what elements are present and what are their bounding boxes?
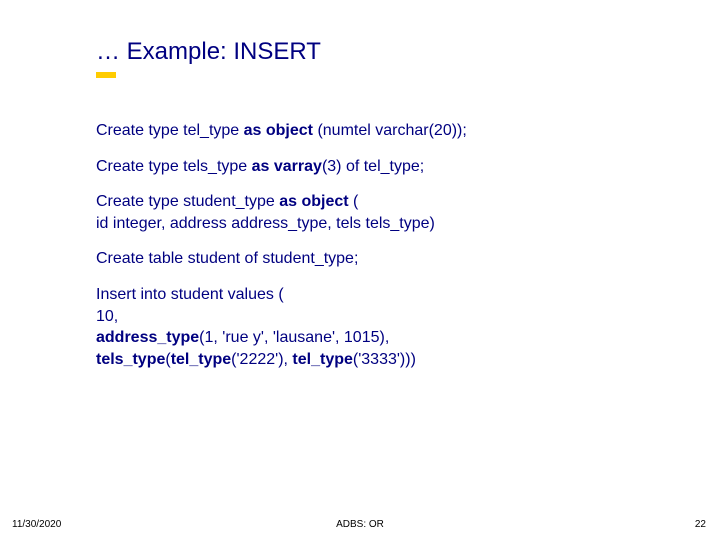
- code-statement: Create type tel_type as object (numtel v…: [96, 120, 680, 142]
- code-statement: Insert into student values (10,address_t…: [96, 284, 680, 370]
- footer-page-number: 22: [695, 519, 706, 530]
- code-statement: Create type tels_type as varray(3) of te…: [96, 156, 680, 178]
- title-accent-bar: [96, 72, 116, 78]
- code-statement: Create type student_type as object (id i…: [96, 191, 680, 234]
- slide-body: Create type tel_type as object (numtel v…: [96, 120, 680, 384]
- code-statement: Create table student of student_type;: [96, 248, 680, 270]
- slide-title: … Example: INSERT: [96, 38, 321, 66]
- footer-center: ADBS: OR: [0, 519, 720, 530]
